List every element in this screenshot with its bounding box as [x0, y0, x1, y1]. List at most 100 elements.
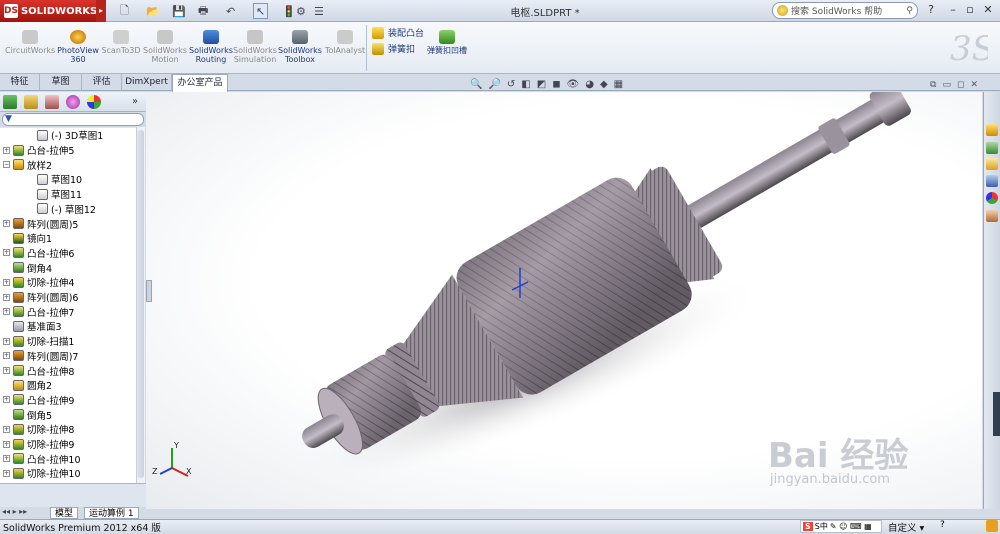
feature-tree-item[interactable]: + 阵列(圆周)6	[0, 290, 136, 305]
feature-tree-item[interactable]: 草图10	[0, 172, 136, 187]
feature-tree-item[interactable]: 镜向1	[0, 231, 136, 246]
close-button[interactable]: ✕	[981, 2, 995, 18]
addin-simulation[interactable]: SolidWorks Simulation	[230, 30, 280, 64]
display-style-icon[interactable]: ◼	[552, 79, 560, 90]
viewport-tile-icon[interactable]: ▭	[942, 80, 951, 90]
print-icon[interactable]: 🖶	[198, 3, 208, 19]
view-settings-icon[interactable]: ▦	[614, 79, 623, 90]
addin-toolbox[interactable]: SolidWorks Toolbox	[275, 30, 325, 64]
units-customize-menu[interactable]: 自定义 ▾	[888, 520, 924, 534]
notification-icon[interactable]	[986, 520, 998, 532]
solidworks-logo[interactable]: DS SOLIDWORKS	[0, 0, 97, 22]
expand-toggle-icon[interactable]: +	[3, 249, 10, 257]
minimize-button[interactable]: –	[946, 2, 960, 18]
feature-tree-item[interactable]: + 凸台-拉伸9	[0, 393, 136, 408]
tab-sketch[interactable]: 草图	[40, 74, 82, 91]
expand-toggle-icon[interactable]: +	[3, 293, 10, 301]
feature-tree-item[interactable]: + 凸台-拉伸7	[0, 304, 136, 319]
new-document-icon[interactable]: 🗋	[120, 3, 129, 19]
feature-tree-item[interactable]: 圆角2	[0, 378, 136, 393]
apply-scene-icon[interactable]: ◆	[600, 79, 608, 90]
addin-motion[interactable]: SolidWorks Motion	[140, 30, 190, 64]
expand-toggle-icon[interactable]: +	[3, 337, 10, 345]
zoom-to-area-icon[interactable]: 🔎	[488, 79, 500, 90]
viewport-close-icon[interactable]: ✕	[970, 80, 978, 90]
feature-tree-item[interactable]: + 阵列(圆周)7	[0, 349, 136, 364]
feature-tree-item[interactable]: + 切除-扫描1	[0, 334, 136, 349]
expand-toggle-icon[interactable]: +	[3, 367, 10, 375]
help-button[interactable]: ?	[924, 2, 938, 18]
tree-scrollbar-thumb[interactable]	[137, 130, 144, 478]
feature-manager-icon[interactable]	[3, 95, 17, 109]
expand-toggle-icon[interactable]: +	[3, 352, 10, 360]
feature-tree-item[interactable]: + 切除-拉伸9	[0, 437, 136, 452]
help-search-box[interactable]: 搜索 SolidWorks 帮助 ⚲	[772, 2, 918, 19]
feature-tree-item[interactable]: + 凸台-拉伸10	[0, 451, 136, 466]
restore-button[interactable]: ▫	[963, 2, 977, 18]
feature-tree-item[interactable]: + 切除-拉伸8	[0, 422, 136, 437]
rebuild-traffic-light-icon[interactable]: 🚦	[282, 3, 296, 19]
feature-tree-item[interactable]: − 放样2	[0, 157, 136, 172]
feature-tree-item[interactable]: (-) 3D草图1	[0, 128, 136, 143]
viewport-split-icon[interactable]: ⧉	[930, 80, 936, 90]
hide-show-items-icon[interactable]: 👁	[567, 79, 580, 90]
mounting-boss-button[interactable]: 装配凸台	[372, 26, 424, 39]
feature-tree-item[interactable]: 倒角4	[0, 260, 136, 275]
expand-toggle-icon[interactable]: +	[3, 396, 10, 404]
feature-tree-item[interactable]: 倒角5	[0, 407, 136, 422]
viewport-maximize-icon[interactable]: ◻	[957, 80, 964, 90]
rebuild-status-icon[interactable]: ?	[940, 520, 945, 530]
appearances-scenes-icon[interactable]	[986, 192, 998, 204]
property-manager-icon[interactable]	[24, 95, 38, 109]
menu-expand-arrow-icon[interactable]: ▸	[96, 0, 106, 22]
custom-properties-icon[interactable]	[986, 210, 998, 222]
tab-scroll-arrows[interactable]: ◂◂ ▸ ▸▸	[2, 507, 27, 516]
feature-tree-item[interactable]: + 凸台-拉伸6	[0, 246, 136, 261]
undo-icon[interactable]: ↶	[226, 3, 235, 19]
section-view-icon[interactable]: ◧	[521, 79, 530, 90]
previous-view-icon[interactable]: ↺	[507, 79, 515, 90]
feature-tree-item[interactable]: + 切除-拉伸4	[0, 275, 136, 290]
feature-tree-item[interactable]: (-) 草图12	[0, 202, 136, 217]
select-pointer-icon[interactable]: ↖	[253, 3, 269, 19]
view-palette-icon[interactable]	[986, 175, 998, 187]
feature-tree-item[interactable]: + 阵列(圆周)5	[0, 216, 136, 231]
save-icon[interactable]: 💾	[172, 3, 186, 19]
addin-scanto3d[interactable]: ScanTo3D	[96, 30, 146, 55]
expand-toggle-icon[interactable]: +	[3, 278, 10, 286]
feature-tree-item[interactable]: + 凸台-拉伸8	[0, 363, 136, 378]
feature-tree-item[interactable]: + 凸台-拉伸5	[0, 143, 136, 158]
expand-toggle-icon[interactable]: −	[3, 161, 10, 169]
addin-routing[interactable]: SolidWorks Routing	[186, 30, 236, 64]
expand-toggle-icon[interactable]: +	[3, 440, 10, 448]
expand-toggle-icon[interactable]: +	[3, 308, 10, 316]
feature-tree-item[interactable]: 草图11	[0, 187, 136, 202]
feature-tree-item[interactable]: + 切除-拉伸10	[0, 466, 136, 481]
solidworks-resources-icon[interactable]	[986, 124, 998, 136]
file-explorer-icon[interactable]	[986, 158, 998, 170]
tab-model[interactable]: 模型	[50, 507, 79, 519]
task-pane-grip[interactable]	[993, 392, 1000, 436]
expand-toggle-icon[interactable]: +	[3, 425, 10, 433]
zoom-to-fit-icon[interactable]: 🔍	[470, 79, 482, 90]
search-magnifier-icon[interactable]: ⚲	[906, 6, 913, 16]
snap-hook-groove-button[interactable]: 弹簧扣凹槽	[424, 30, 470, 55]
display-manager-icon[interactable]	[87, 95, 101, 109]
expand-toggle-icon[interactable]: +	[3, 469, 10, 477]
ime-toolbar[interactable]: S S中 ✎ ☺ ⌨ ▦	[800, 520, 882, 533]
addin-circuitworks[interactable]: CircuitWorks	[5, 30, 55, 55]
open-folder-icon[interactable]: 📂	[146, 3, 160, 19]
tab-motion-study-1[interactable]: 运动算例 1	[84, 507, 139, 519]
options-icon[interactable]: ☰	[314, 3, 324, 19]
feature-tree-item[interactable]: 基准面3	[0, 319, 136, 334]
tab-features[interactable]: 特征	[0, 74, 40, 91]
snap-hook-button[interactable]: 弹簧扣	[372, 42, 415, 55]
expand-toggle-icon[interactable]: +	[3, 455, 10, 463]
tab-dimxpert[interactable]: DimXpert	[122, 74, 172, 91]
dimxpert-manager-icon[interactable]	[66, 95, 80, 109]
expand-toggle-icon[interactable]: +	[3, 220, 10, 228]
file-properties-icon[interactable]: ⚙	[296, 3, 306, 19]
expand-toggle-icon[interactable]: +	[3, 146, 10, 154]
tab-office-products[interactable]: 办公室产品	[172, 74, 228, 92]
design-library-icon[interactable]	[986, 142, 998, 154]
